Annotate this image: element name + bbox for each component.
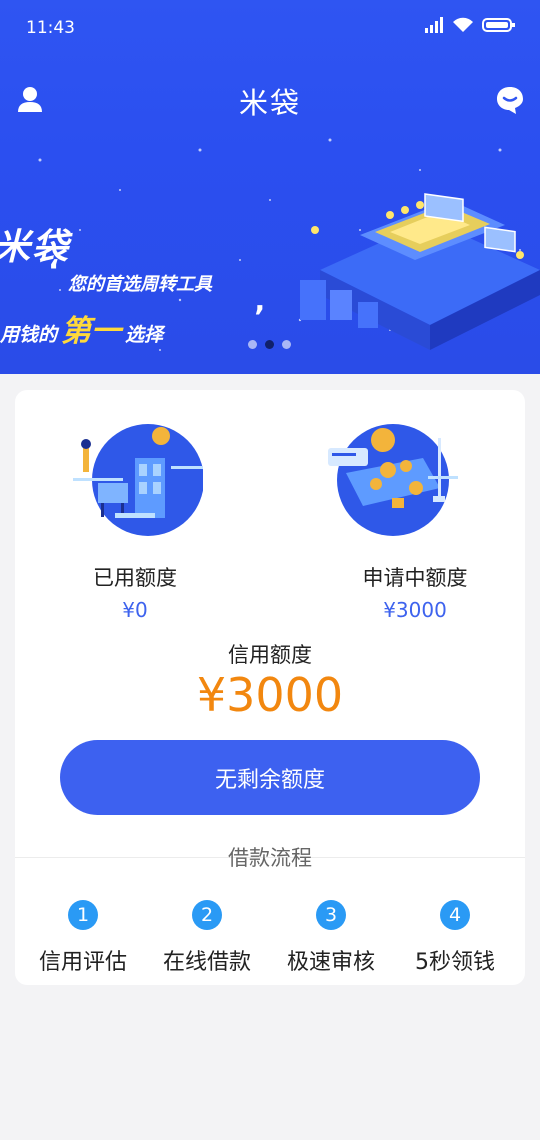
city-illustration bbox=[300, 193, 540, 350]
step-number: 1 bbox=[68, 900, 98, 930]
used-quota: 已用额度 ¥0 bbox=[15, 390, 270, 630]
credit-card-panel: 已用额度 ¥0 申请中额度 ¥3000 信用额度 ¥3000 无剩余额度 借款流… bbox=[15, 390, 525, 985]
close-quote-mark: ’ bbox=[254, 300, 266, 335]
banner-slogan[interactable]: 米袋 ‘ 您的首选周转工具 用钱的 第一 选择 ’ bbox=[0, 210, 300, 349]
status-time: 11:43 bbox=[26, 18, 75, 38]
top-navbar: 米袋 bbox=[0, 72, 540, 126]
banner-subline: 用钱的 第一 选择 bbox=[0, 306, 163, 350]
step-label: 在线借款 bbox=[162, 950, 251, 975]
signal-icon bbox=[425, 17, 443, 33]
process-step: 1 信用评估 bbox=[21, 898, 145, 978]
credit-limit-value: ¥3000 bbox=[196, 668, 344, 722]
hero-banner: 11:43 米袋 米袋 ‘ 您的首选周转工具 用钱的 第一 选择 ’ bbox=[0, 0, 540, 374]
step-number: 2 bbox=[192, 900, 222, 930]
banner-subline-prefix: 用钱的 bbox=[0, 324, 58, 346]
process-step: 2 在线借款 bbox=[145, 898, 269, 978]
no-remaining-quota-button[interactable]: 无剩余额度 bbox=[60, 740, 480, 815]
step-label: 极速审核 bbox=[286, 950, 375, 975]
used-quota-value: ¥0 bbox=[122, 598, 148, 622]
battery-icon bbox=[482, 18, 515, 32]
carousel-dot-active[interactable] bbox=[265, 340, 274, 349]
banner-brand: 米袋 bbox=[0, 227, 71, 268]
carousel-indicator[interactable] bbox=[248, 340, 291, 349]
page-title: 米袋 bbox=[238, 86, 301, 120]
carousel-dot[interactable] bbox=[248, 340, 257, 349]
status-bar: 11:43 bbox=[0, 0, 540, 58]
loan-process-steps: 1 信用评估 2 在线借款 3 极速审核 4 5秒领钱 bbox=[15, 898, 525, 978]
office-illustration bbox=[73, 424, 203, 536]
applying-quota-value: ¥3000 bbox=[383, 598, 447, 622]
applying-quota: 申请中额度 ¥3000 bbox=[270, 390, 525, 630]
process-step: 4 5秒领钱 bbox=[393, 898, 517, 978]
step-number: 4 bbox=[440, 900, 470, 930]
step-number: 3 bbox=[316, 900, 346, 930]
step-label: 5秒领钱 bbox=[415, 950, 495, 975]
message-icon[interactable] bbox=[494, 84, 526, 116]
status-icons bbox=[424, 17, 516, 33]
wifi-icon bbox=[453, 17, 473, 32]
coins-illustration bbox=[328, 424, 458, 536]
credit-limit-label: 信用额度 bbox=[228, 643, 312, 667]
loan-process-title: 借款流程 bbox=[228, 846, 312, 870]
open-quote-mark: ‘ bbox=[48, 254, 60, 289]
applying-quota-label: 申请中额度 bbox=[362, 566, 468, 590]
process-step: 3 极速审核 bbox=[269, 898, 393, 978]
banner-tagline: 您的首选周转工具 bbox=[68, 274, 212, 295]
banner-subline-suffix: 选择 bbox=[125, 324, 164, 346]
used-quota-label: 已用额度 bbox=[93, 566, 177, 590]
carousel-dot[interactable] bbox=[282, 340, 291, 349]
banner-highlight: 第一 bbox=[61, 314, 122, 349]
step-label: 信用评估 bbox=[38, 950, 127, 975]
